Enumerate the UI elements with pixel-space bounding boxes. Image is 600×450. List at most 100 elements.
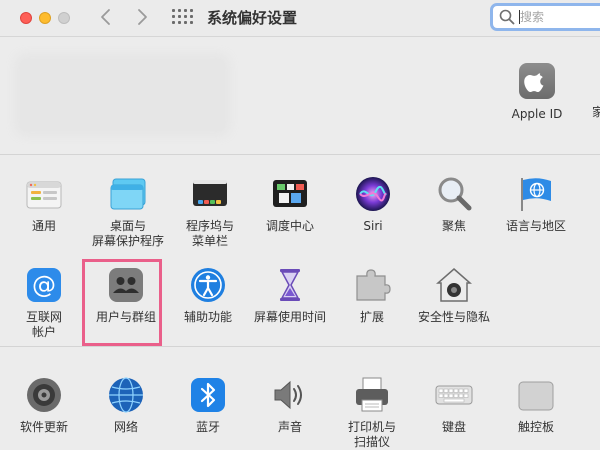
pane-label: 声音 — [248, 420, 332, 435]
accessibility-icon — [189, 266, 227, 304]
pane-dock-menubar[interactable]: 程序坞与 菜单栏 — [168, 175, 252, 249]
pane-label: 聚焦 — [412, 219, 496, 234]
pane-label-line: 程序坞与 — [185, 219, 234, 233]
pane-label: 屏幕使用时间 — [248, 310, 332, 325]
back-button[interactable] — [95, 6, 117, 28]
pane-label-line: 软件更新 — [19, 420, 68, 434]
blurred-account-info — [20, 59, 225, 131]
pane-software-update[interactable]: 软件更新 — [2, 376, 86, 435]
chevron-right-icon — [138, 9, 147, 25]
printers-scanners-icon — [353, 376, 391, 414]
pane-label: 键盘 — [412, 420, 496, 435]
pane-label: 辅助功能 — [166, 310, 250, 325]
pane-label-line: 屏幕保护程序 — [91, 234, 164, 248]
pane-siri[interactable]: Siri — [331, 175, 415, 234]
search-icon — [499, 9, 515, 25]
software-update-icon — [25, 376, 63, 414]
pane-label: Siri — [331, 219, 415, 234]
pane-accessibility[interactable]: 辅助功能 — [166, 266, 250, 325]
zoom-window-button[interactable] — [58, 12, 70, 24]
trackpad-icon — [517, 376, 555, 414]
pane-internet-accounts[interactable]: @ 互联网 帐户 — [2, 266, 86, 340]
pane-label: 网络 — [84, 420, 168, 435]
pane-label: 触控板 — [494, 420, 578, 435]
pane-label-line: 安全性与隐私 — [417, 310, 490, 324]
show-all-grid-icon[interactable] — [172, 9, 193, 25]
apple-logo-icon — [519, 63, 555, 99]
pane-general[interactable]: 通用 — [2, 175, 86, 234]
window-title: 系统偏好设置 — [207, 9, 298, 27]
pane-keyboard[interactable]: 键盘 — [412, 376, 496, 435]
pane-extensions[interactable]: 扩展 — [330, 266, 414, 325]
security-privacy-icon — [435, 266, 473, 304]
pane-desktop-screensaver[interactable]: 桌面与 屏幕保护程序 — [86, 175, 170, 249]
family-sharing-label[interactable]: 家 — [592, 105, 600, 120]
pane-network[interactable]: 网络 — [84, 376, 168, 435]
toolbar: 系统偏好设置 — [0, 0, 600, 37]
pane-label-line: 帐户 — [31, 325, 56, 339]
pane-label-line: 声音 — [277, 420, 302, 434]
pane-label-line: 聚焦 — [441, 219, 466, 233]
pane-label: 扩展 — [330, 310, 414, 325]
bluetooth-icon — [189, 376, 227, 414]
pane-spotlight[interactable]: 聚焦 — [412, 175, 496, 234]
pane-label-line: 触控板 — [517, 420, 554, 434]
pane-printers-scanners[interactable]: 打印机与 扫描仪 — [330, 376, 414, 450]
general-icon — [25, 175, 63, 213]
internet-accounts-icon: @ — [25, 266, 63, 304]
pane-label-line: 菜单栏 — [191, 234, 228, 248]
pane-label: 桌面与 屏幕保护程序 — [86, 219, 170, 249]
account-area: Apple ID 家 — [0, 37, 600, 154]
pane-label-line: Siri — [363, 219, 383, 233]
extensions-icon — [353, 266, 391, 304]
pane-label: 互联网 帐户 — [2, 310, 86, 340]
sound-icon — [271, 376, 309, 414]
pane-label-line: 蓝牙 — [195, 420, 220, 434]
pane-label: 安全性与隐私 — [412, 310, 496, 325]
pane-label-line: 网络 — [113, 420, 138, 434]
pane-label-line: 键盘 — [441, 420, 466, 434]
pane-label: 调度中心 — [248, 219, 332, 234]
pane-label-line: 扩展 — [359, 310, 384, 324]
pane-label-line: 桌面与 — [109, 219, 146, 233]
network-icon — [107, 376, 145, 414]
pane-label-line: 互联网 — [25, 310, 62, 324]
screen-time-icon — [271, 266, 309, 304]
pane-trackpad[interactable]: 触控板 — [494, 376, 578, 435]
pane-label-line: 打印机与 — [347, 420, 396, 434]
svg-text:@: @ — [32, 271, 56, 299]
section-divider — [0, 154, 600, 155]
pane-label-line: 通用 — [31, 219, 56, 233]
desktop-screensaver-icon — [109, 175, 147, 213]
pane-label-line: 屏幕使用时间 — [253, 310, 326, 324]
search-input[interactable] — [520, 8, 600, 26]
minimize-window-button[interactable] — [39, 12, 51, 24]
pane-label: 打印机与 扫描仪 — [330, 420, 414, 450]
siri-icon — [354, 175, 392, 213]
pane-security-privacy[interactable]: 安全性与隐私 — [412, 266, 496, 325]
chevron-left-icon — [101, 9, 110, 25]
spotlight-icon — [435, 175, 473, 213]
pane-label-line: 扫描仪 — [353, 435, 390, 449]
pane-label: 语言与地区 — [494, 219, 578, 234]
forward-button[interactable] — [131, 6, 153, 28]
pane-language-region[interactable]: 语言与地区 — [494, 175, 578, 234]
pane-label-line: 调度中心 — [265, 219, 314, 233]
pane-label-line: 语言与地区 — [505, 219, 566, 233]
keyboard-icon — [435, 376, 473, 414]
pane-sound[interactable]: 声音 — [248, 376, 332, 435]
highlight-box — [82, 259, 162, 346]
close-window-button[interactable] — [20, 12, 32, 24]
pane-label: 通用 — [2, 219, 86, 234]
pane-screen-time[interactable]: 屏幕使用时间 — [248, 266, 332, 325]
dock-menubar-icon — [191, 175, 229, 213]
pane-mission-control[interactable]: 调度中心 — [248, 175, 332, 234]
mission-control-icon — [271, 175, 309, 213]
apple-id-pane[interactable]: Apple ID — [504, 63, 570, 122]
pane-bluetooth[interactable]: 蓝牙 — [166, 376, 250, 435]
language-region-icon — [517, 175, 555, 213]
search-field[interactable] — [490, 3, 600, 31]
section-divider — [0, 346, 600, 347]
pane-label-line: 辅助功能 — [183, 310, 232, 324]
pane-label: 软件更新 — [2, 420, 86, 435]
